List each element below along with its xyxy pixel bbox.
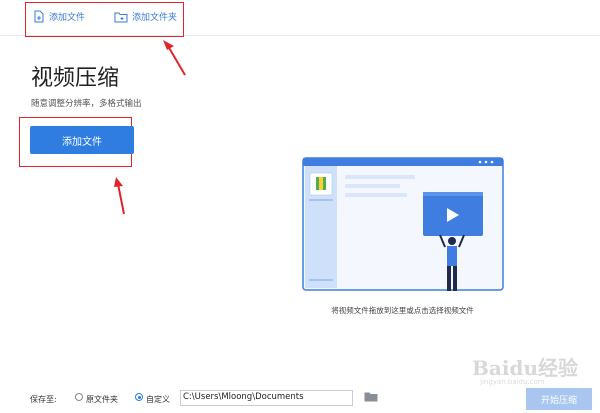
baidu-watermark-logo: Baidu经验 jingyan.baidu.com [472, 352, 600, 392]
annotation-arrow-add-file [114, 177, 125, 215]
save-to-label: 保存至: [30, 395, 57, 404]
browse-folder-icon[interactable] [364, 391, 378, 404]
watermark-url: jingyan.baidu.com [480, 378, 545, 386]
radio-original-folder[interactable] [75, 393, 83, 401]
drop-hint-text[interactable]: 将视频文件拖放到这里或点击选择视频文件 [300, 305, 505, 316]
annotation-box-toolbar [25, 2, 184, 37]
page-subtitle: 随意调整分辨率，多格式输出 [31, 99, 142, 109]
radio-custom-folder-label[interactable]: 自定义 [146, 394, 170, 405]
radio-original-folder-label[interactable]: 原文件夹 [86, 394, 118, 405]
page-title: 视频压缩 [31, 66, 120, 91]
watermark-text: Baidu经验 [472, 356, 578, 380]
add-file-button[interactable]: 添加文件 [30, 126, 134, 154]
drop-zone-illustration[interactable] [300, 155, 505, 300]
annotation-arrow-toolbar [163, 40, 186, 76]
save-path-input[interactable]: C:\Users\Mloong\Documents [180, 390, 353, 406]
radio-custom-folder[interactable] [135, 393, 143, 401]
